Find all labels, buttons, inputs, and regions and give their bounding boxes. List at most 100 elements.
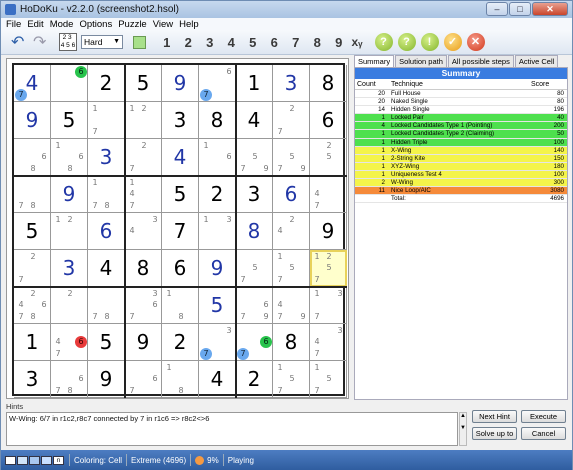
summary-row[interactable]: 20 Naked Single 80 — [355, 98, 567, 107]
cell-r3c8[interactable]: 57 9 — [273, 139, 310, 176]
cell-r6c9[interactable]: 1257 — [310, 250, 347, 287]
solve-button[interactable]: ✓ — [443, 33, 462, 51]
cell-r9c1[interactable]: 3 — [14, 361, 51, 398]
cell-r4c9[interactable]: 47 — [310, 176, 347, 213]
cell-r1c6[interactable]: 67 — [199, 65, 236, 102]
cell-r7c6[interactable]: 5 — [199, 287, 236, 324]
cell-r8c2[interactable]: 4 7 6 — [51, 324, 88, 361]
xy-filter-button[interactable]: xᵧ — [352, 35, 370, 49]
cell-r3c1[interactable]: 68 — [14, 139, 51, 176]
solve-up-to-button[interactable]: Solve up to — [472, 427, 517, 440]
summary-row[interactable]: 1 Uniqueness Test 4 100 — [355, 170, 567, 180]
menu-mode[interactable]: Mode — [50, 19, 74, 30]
digit-filter-8[interactable]: 8 — [307, 35, 329, 50]
cell-r5c2[interactable]: 12 — [51, 213, 88, 250]
hint-text-area[interactable]: W-Wing: 6/7 in r1c2,r8c7 connected by 7 … — [6, 412, 458, 446]
cell-r6c4[interactable]: 8 — [125, 250, 162, 287]
digit-filter-5[interactable]: 5 — [242, 35, 264, 50]
cell-r6c8[interactable]: 157 — [273, 250, 310, 287]
cell-r1c8[interactable]: 3 — [273, 65, 310, 102]
summary-row[interactable]: 1 2-String Kite 150 — [355, 154, 567, 163]
menu-file[interactable]: File — [6, 19, 21, 30]
cell-r9c6[interactable]: 4 — [199, 361, 236, 398]
cell-r3c6[interactable]: 16 — [199, 139, 236, 176]
cell-r2c1[interactable]: 9 — [14, 102, 51, 139]
cell-r8c6[interactable]: 37 — [199, 324, 236, 361]
cell-r4c3[interactable]: 1 78 — [88, 176, 125, 213]
cell-r2c3[interactable]: 17 — [88, 102, 125, 139]
summary-row[interactable]: 14 Hidden Single 196 — [355, 106, 567, 115]
digit-filter-9[interactable]: 9 — [328, 35, 350, 50]
next-hint-button[interactable]: Next Hint — [472, 410, 517, 423]
cell-r1c1[interactable]: 47 — [14, 65, 51, 102]
menu-view[interactable]: View — [153, 19, 173, 30]
cell-r6c5[interactable]: 6 — [162, 250, 199, 287]
cell-r8c8[interactable]: 8 — [273, 324, 310, 361]
menu-edit[interactable]: Edit — [27, 19, 43, 30]
cell-r9c2[interactable]: 6 78 — [51, 361, 88, 398]
color-swatch-3[interactable] — [29, 455, 40, 465]
cell-r4c1[interactable]: 78 — [14, 176, 51, 213]
summary-row[interactable]: 1 X-Wing 140 — [355, 146, 567, 155]
cell-r7c9[interactable]: 1 3 7 — [310, 287, 347, 324]
cell-r6c2[interactable]: 3 — [51, 250, 88, 287]
redo-icon[interactable]: ↷ — [33, 32, 53, 52]
cell-r1c7[interactable]: 1 — [236, 65, 273, 102]
cell-r9c7[interactable]: 2 — [236, 361, 273, 398]
undo-icon[interactable]: ↶ — [11, 32, 31, 52]
color-filter-button[interactable] — [133, 35, 146, 49]
cell-r3c2[interactable]: 1 68 — [51, 139, 88, 176]
cell-r9c9[interactable]: 157 — [310, 361, 347, 398]
color-swatch-4[interactable] — [41, 455, 52, 465]
cell-r5c6[interactable]: 13 — [199, 213, 236, 250]
show-next-step-button[interactable]: ! — [420, 33, 439, 51]
cell-r5c9[interactable]: 9 — [310, 213, 347, 250]
digit-filter-4[interactable]: 4 — [221, 35, 243, 50]
cell-r8c5[interactable]: 2 — [162, 324, 199, 361]
digit-filter-1[interactable]: 1 — [156, 35, 178, 50]
cell-r8c4[interactable]: 9 — [125, 324, 162, 361]
cell-r8c3[interactable]: 5 — [88, 324, 125, 361]
summary-row[interactable]: 20 Full House 80 — [355, 90, 567, 99]
cell-r1c9[interactable]: 8 — [310, 65, 347, 102]
cell-r2c6[interactable]: 8 — [199, 102, 236, 139]
cancel-button[interactable]: Cancel — [521, 427, 566, 440]
cell-r5c1[interactable]: 5 — [14, 213, 51, 250]
cell-r5c4[interactable]: 34 — [125, 213, 162, 250]
hint-scrollbar[interactable]: ▲ ▼ — [459, 412, 467, 446]
cell-r4c5[interactable]: 5 — [162, 176, 199, 213]
cell-r7c2[interactable]: 2 — [51, 287, 88, 324]
cell-r3c9[interactable]: 25 — [310, 139, 347, 176]
digit-filter-2[interactable]: 2 — [178, 35, 200, 50]
cell-r4c4[interactable]: 147 — [125, 176, 162, 213]
minimize-button[interactable]: – — [486, 2, 508, 16]
cell-r5c7[interactable]: 8 — [236, 213, 273, 250]
color-swatch-2[interactable] — [17, 455, 28, 465]
cell-r2c9[interactable]: 6 — [310, 102, 347, 139]
cell-r2c8[interactable]: 27 — [273, 102, 310, 139]
cell-r3c5[interactable]: 4 — [162, 139, 199, 176]
hint-vague-button[interactable]: ? — [374, 33, 393, 51]
tab-solution-path[interactable]: Solution path — [395, 55, 447, 67]
reset-button[interactable]: ✕ — [466, 33, 485, 51]
cell-r2c2[interactable]: 5 — [51, 102, 88, 139]
cell-r4c7[interactable]: 3 — [236, 176, 273, 213]
cell-r8c7[interactable]: 67 — [236, 324, 273, 361]
cell-r4c2[interactable]: 9 — [51, 176, 88, 213]
candidate-toggle-button[interactable]: 2 3 4 5 6 — [59, 33, 77, 51]
cell-r7c3[interactable]: 78 — [88, 287, 125, 324]
menu-options[interactable]: Options — [79, 19, 112, 30]
digit-filter-6[interactable]: 6 — [264, 35, 286, 50]
cell-r1c2[interactable]: 6 — [51, 65, 88, 102]
cell-r3c3[interactable]: 3 — [88, 139, 125, 176]
cell-r1c5[interactable]: 9 — [162, 65, 199, 102]
tab-active-cell[interactable]: Active Cell — [514, 55, 559, 67]
summary-row[interactable]: 1 Hidden Triple 100 — [355, 138, 567, 147]
cell-r5c5[interactable]: 7 — [162, 213, 199, 250]
cell-r9c3[interactable]: 9 — [88, 361, 125, 398]
cell-r5c8[interactable]: 24 — [273, 213, 310, 250]
digit-filter-7[interactable]: 7 — [285, 35, 307, 50]
digit-filter-3[interactable]: 3 — [199, 35, 221, 50]
cell-r3c7[interactable]: 57 9 — [236, 139, 273, 176]
menu-puzzle[interactable]: Puzzle — [118, 19, 147, 30]
